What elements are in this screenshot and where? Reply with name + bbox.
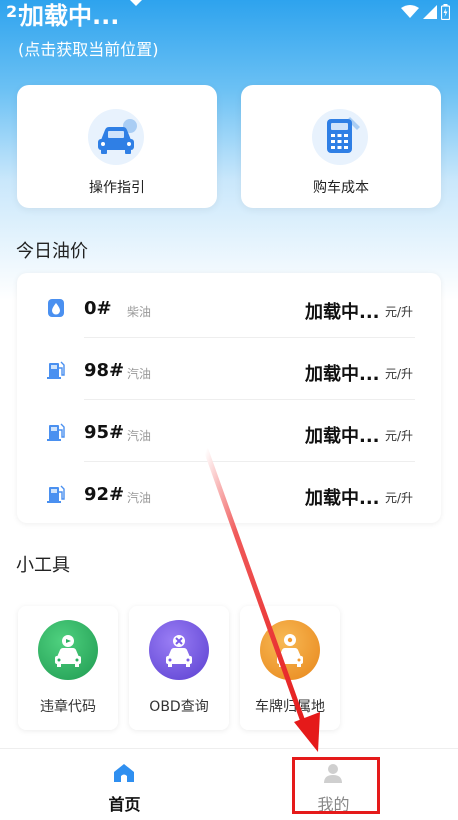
status-icons: [401, 4, 450, 20]
car-cost-card[interactable]: 购车成本: [241, 85, 441, 208]
plate-location-tool[interactable]: 车牌归属地: [240, 606, 340, 730]
car-cost-label: 购车成本: [313, 180, 369, 196]
bottom-tab-bar: 首页 我的: [0, 748, 458, 820]
plate-location-label: 车牌归属地: [255, 699, 325, 715]
oil-kind: 汽油: [127, 367, 152, 381]
car-wrench-icon: [166, 635, 192, 667]
oil-price-unit: 元/升: [385, 367, 414, 381]
violation-code-label: 违章代码: [40, 699, 96, 715]
oil-grade: 95#: [84, 422, 125, 443]
oil-price-list: 0# 柴油 加载中... 元/升 98# 汽油 加载中... 元/升 95# 汽…: [17, 273, 441, 523]
wifi-icon: [401, 5, 419, 18]
operation-guide-icon-bg: [88, 109, 144, 165]
oil-price-value: 加载中...: [305, 364, 380, 385]
car-icon: [98, 119, 137, 154]
tab-home-label: 首页: [108, 795, 141, 814]
location-hint[interactable]: (点击获取当前位置): [18, 36, 159, 60]
car-pin-icon: [277, 634, 303, 667]
gas-pump-icon: [47, 361, 65, 379]
oil-price-unit: 元/升: [385, 491, 414, 505]
diesel-drop-icon: [48, 299, 64, 317]
oil-price-value: 加载中...: [305, 488, 380, 509]
oil-price-title: 今日油价: [16, 241, 88, 262]
oil-kind: 汽油: [127, 429, 152, 443]
oil-kind: 柴油: [127, 305, 152, 319]
oil-price-unit: 元/升: [385, 305, 414, 319]
obd-query-icon-bg: [149, 620, 209, 680]
car-camera-icon: [55, 635, 81, 667]
oil-grade: 92#: [84, 484, 125, 505]
oil-price-row[interactable]: 95# 汽油 加载中... 元/升: [17, 400, 441, 462]
oil-grade: 98#: [84, 360, 125, 381]
plate-location-icon-bg: [260, 620, 320, 680]
gas-pump-icon: [47, 485, 65, 503]
oil-grade: 0#: [84, 298, 112, 319]
highlight-box: [292, 757, 380, 814]
app-title[interactable]: 加载中...: [20, 0, 119, 31]
oil-price-row[interactable]: 92# 汽油 加载中... 元/升: [17, 462, 441, 524]
signal-icon: [423, 5, 437, 19]
home-icon: [114, 764, 134, 782]
oil-price-value: 加载中...: [305, 426, 380, 447]
operation-guide-card[interactable]: 操作指引: [17, 85, 217, 208]
obd-query-label: OBD查询: [149, 699, 209, 715]
car-cost-icon-bg: [312, 109, 368, 165]
tools-title: 小工具: [16, 555, 70, 576]
oil-price-row[interactable]: 98# 汽油 加载中... 元/升: [17, 338, 441, 400]
oil-kind: 汽油: [127, 491, 152, 505]
violation-code-icon-bg: [38, 620, 98, 680]
battery-icon: [441, 4, 450, 20]
tab-home[interactable]: 首页: [10, 749, 239, 820]
chevron-down-icon[interactable]: [128, 0, 144, 8]
oil-price-row[interactable]: 0# 柴油 加载中... 元/升: [17, 276, 441, 338]
oil-price-unit: 元/升: [385, 429, 414, 443]
gas-pump-icon: [47, 423, 65, 441]
calculator-icon: [327, 117, 360, 153]
oil-price-value: 加载中...: [305, 302, 380, 323]
operation-guide-label: 操作指引: [89, 180, 145, 196]
violation-code-tool[interactable]: 违章代码: [18, 606, 118, 730]
obd-query-tool[interactable]: OBD查询: [129, 606, 229, 730]
